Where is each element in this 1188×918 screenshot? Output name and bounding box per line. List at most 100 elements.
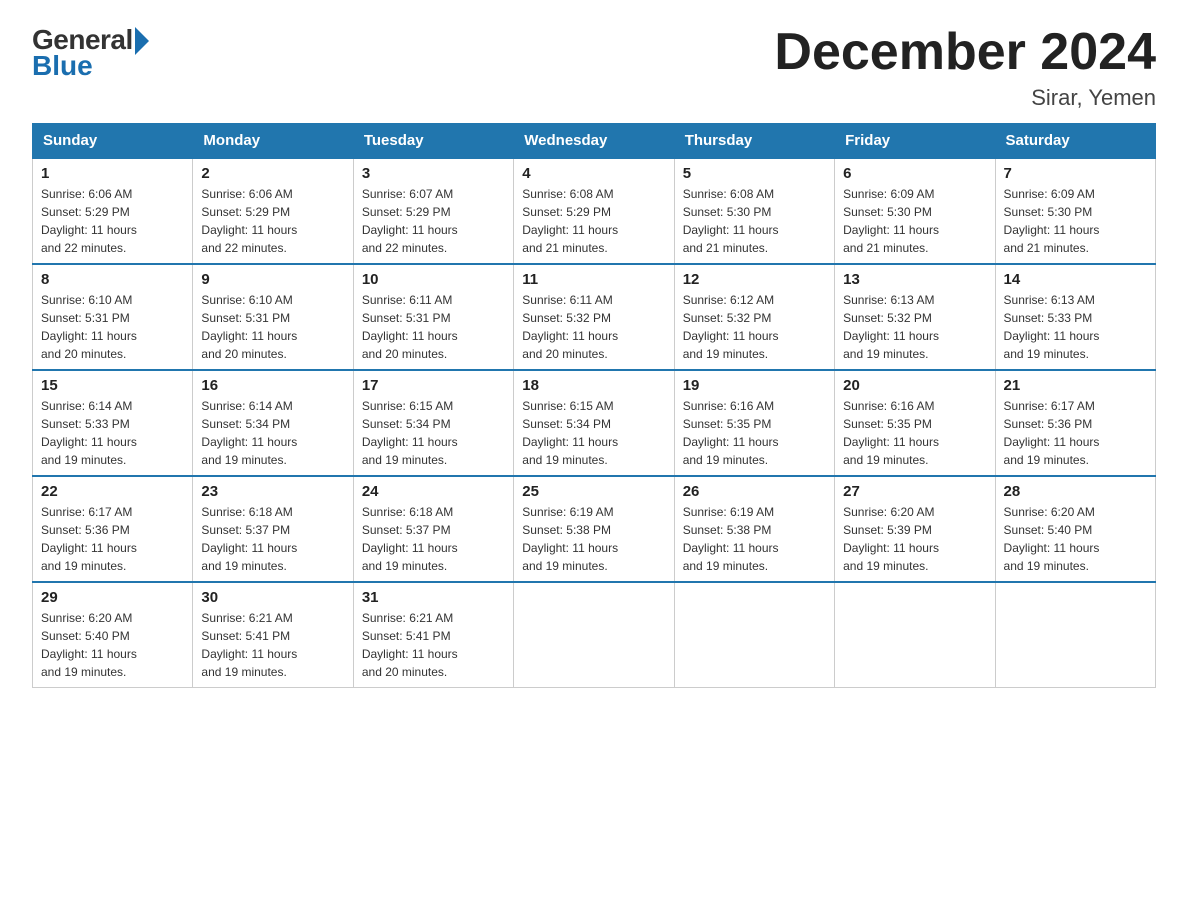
day-info: Sunrise: 6:19 AMSunset: 5:38 PMDaylight:… [683, 503, 826, 575]
day-info: Sunrise: 6:21 AMSunset: 5:41 PMDaylight:… [362, 609, 505, 681]
calendar-cell: 24 Sunrise: 6:18 AMSunset: 5:37 PMDayligh… [353, 476, 513, 582]
day-info: Sunrise: 6:18 AMSunset: 5:37 PMDaylight:… [362, 503, 505, 575]
calendar-cell: 17 Sunrise: 6:15 AMSunset: 5:34 PMDayligh… [353, 370, 513, 476]
calendar-cell: 19 Sunrise: 6:16 AMSunset: 5:35 PMDayligh… [674, 370, 834, 476]
day-number: 15 [41, 377, 184, 394]
calendar-cell: 23Sunrise: 6:18 AMSunset: 5:37 PMDayligh… [193, 476, 353, 582]
day-info: Sunrise: 6:11 AMSunset: 5:32 PMDaylight:… [522, 291, 665, 363]
day-number: 9 [201, 271, 344, 288]
calendar-cell: 22 Sunrise: 6:17 AMSunset: 5:36 PMDayligh… [33, 476, 193, 582]
logo-arrow-icon [135, 27, 149, 55]
weekday-header-saturday: Saturday [995, 124, 1155, 159]
day-number: 19 [683, 377, 826, 394]
calendar-cell: 9Sunrise: 6:10 AMSunset: 5:31 PMDaylight… [193, 264, 353, 370]
day-info: Sunrise: 6:11 AMSunset: 5:31 PMDaylight:… [362, 291, 505, 363]
day-number: 18 [522, 377, 665, 394]
day-number: 29 [41, 589, 184, 606]
calendar-cell: 14 Sunrise: 6:13 AMSunset: 5:33 PMDayligh… [995, 264, 1155, 370]
day-info: Sunrise: 6:09 AMSunset: 5:30 PMDaylight:… [1004, 185, 1147, 257]
day-number: 1 [41, 165, 184, 182]
weekday-header-wednesday: Wednesday [514, 124, 674, 159]
day-number: 20 [843, 377, 986, 394]
calendar-cell: 6Sunrise: 6:09 AMSunset: 5:30 PMDaylight… [835, 158, 995, 264]
logo-blue-text: Blue [32, 50, 93, 82]
day-number: 24 [362, 483, 505, 500]
calendar-cell: 3 Sunrise: 6:07 AMSunset: 5:29 PMDaylight… [353, 158, 513, 264]
day-number: 11 [522, 271, 665, 288]
calendar-cell: 16 Sunrise: 6:14 AMSunset: 5:34 PMDayligh… [193, 370, 353, 476]
day-info: Sunrise: 6:09 AMSunset: 5:30 PMDaylight:… [843, 185, 986, 257]
weekday-header-friday: Friday [835, 124, 995, 159]
day-info: Sunrise: 6:20 AMSunset: 5:40 PMDaylight:… [41, 609, 184, 681]
day-number: 30 [201, 589, 344, 606]
calendar-cell: 21 Sunrise: 6:17 AMSunset: 5:36 PMDayligh… [995, 370, 1155, 476]
calendar-cell [995, 582, 1155, 688]
calendar-cell: 1 Sunrise: 6:06 AMSunset: 5:29 PMDaylight… [33, 158, 193, 264]
day-number: 28 [1004, 483, 1147, 500]
day-info: Sunrise: 6:17 AMSunset: 5:36 PMDaylight:… [1004, 397, 1147, 469]
day-info: Sunrise: 6:15 AMSunset: 5:34 PMDaylight:… [362, 397, 505, 469]
day-number: 14 [1004, 271, 1147, 288]
calendar-cell: 11 Sunrise: 6:11 AMSunset: 5:32 PMDayligh… [514, 264, 674, 370]
day-info: Sunrise: 6:13 AMSunset: 5:33 PMDaylight:… [1004, 291, 1147, 363]
day-number: 22 [41, 483, 184, 500]
day-number: 10 [362, 271, 505, 288]
day-info: Sunrise: 6:19 AMSunset: 5:38 PMDaylight:… [522, 503, 665, 575]
day-info: Sunrise: 6:07 AMSunset: 5:29 PMDaylight:… [362, 185, 505, 257]
calendar-cell: 2 Sunrise: 6:06 AMSunset: 5:29 PMDaylight… [193, 158, 353, 264]
day-info: Sunrise: 6:08 AMSunset: 5:29 PMDaylight:… [522, 185, 665, 257]
calendar-cell: 28Sunrise: 6:20 AMSunset: 5:40 PMDayligh… [995, 476, 1155, 582]
day-number: 26 [683, 483, 826, 500]
day-info: Sunrise: 6:18 AMSunset: 5:37 PMDaylight:… [201, 503, 344, 575]
calendar-subtitle: Sirar, Yemen [774, 85, 1156, 111]
calendar-cell: 25Sunrise: 6:19 AMSunset: 5:38 PMDayligh… [514, 476, 674, 582]
calendar-cell: 12 Sunrise: 6:12 AMSunset: 5:32 PMDayligh… [674, 264, 834, 370]
calendar-cell [835, 582, 995, 688]
day-number: 8 [41, 271, 184, 288]
weekday-header-monday: Monday [193, 124, 353, 159]
day-info: Sunrise: 6:14 AMSunset: 5:34 PMDaylight:… [201, 397, 344, 469]
day-info: Sunrise: 6:16 AMSunset: 5:35 PMDaylight:… [683, 397, 826, 469]
day-info: Sunrise: 6:06 AMSunset: 5:29 PMDaylight:… [41, 185, 184, 257]
day-info: Sunrise: 6:17 AMSunset: 5:36 PMDaylight:… [41, 503, 184, 575]
day-info: Sunrise: 6:14 AMSunset: 5:33 PMDaylight:… [41, 397, 184, 469]
calendar-cell: 18 Sunrise: 6:15 AMSunset: 5:34 PMDayligh… [514, 370, 674, 476]
day-number: 16 [201, 377, 344, 394]
calendar-cell: 30 Sunrise: 6:21 AMSunset: 5:41 PMDayligh… [193, 582, 353, 688]
calendar-table: SundayMondayTuesdayWednesdayThursdayFrid… [32, 123, 1156, 688]
calendar-cell: 26 Sunrise: 6:19 AMSunset: 5:38 PMDayligh… [674, 476, 834, 582]
weekday-header-thursday: Thursday [674, 124, 834, 159]
calendar-cell [514, 582, 674, 688]
day-number: 2 [201, 165, 344, 182]
day-info: Sunrise: 6:06 AMSunset: 5:29 PMDaylight:… [201, 185, 344, 257]
calendar-cell: 29 Sunrise: 6:20 AMSunset: 5:40 PMDayligh… [33, 582, 193, 688]
calendar-cell: 4 Sunrise: 6:08 AMSunset: 5:29 PMDaylight… [514, 158, 674, 264]
day-info: Sunrise: 6:15 AMSunset: 5:34 PMDaylight:… [522, 397, 665, 469]
day-number: 13 [843, 271, 986, 288]
day-number: 12 [683, 271, 826, 288]
calendar-cell: 15 Sunrise: 6:14 AMSunset: 5:33 PMDayligh… [33, 370, 193, 476]
title-section: December 2024 Sirar, Yemen [774, 24, 1156, 111]
day-info: Sunrise: 6:16 AMSunset: 5:35 PMDaylight:… [843, 397, 986, 469]
calendar-title: December 2024 [774, 24, 1156, 81]
day-info: Sunrise: 6:20 AMSunset: 5:39 PMDaylight:… [843, 503, 986, 575]
calendar-cell: 13Sunrise: 6:13 AMSunset: 5:32 PMDayligh… [835, 264, 995, 370]
day-info: Sunrise: 6:08 AMSunset: 5:30 PMDaylight:… [683, 185, 826, 257]
page-header: General Blue December 2024 Sirar, Yemen [32, 24, 1156, 111]
day-number: 17 [362, 377, 505, 394]
weekday-header-sunday: Sunday [33, 124, 193, 159]
logo: General Blue [32, 24, 149, 82]
calendar-cell: 5 Sunrise: 6:08 AMSunset: 5:30 PMDaylight… [674, 158, 834, 264]
day-info: Sunrise: 6:12 AMSunset: 5:32 PMDaylight:… [683, 291, 826, 363]
day-number: 4 [522, 165, 665, 182]
weekday-header-tuesday: Tuesday [353, 124, 513, 159]
day-number: 3 [362, 165, 505, 182]
day-number: 27 [843, 483, 986, 500]
day-number: 21 [1004, 377, 1147, 394]
calendar-cell: 20 Sunrise: 6:16 AMSunset: 5:35 PMDayligh… [835, 370, 995, 476]
calendar-cell: 27 Sunrise: 6:20 AMSunset: 5:39 PMDayligh… [835, 476, 995, 582]
day-info: Sunrise: 6:21 AMSunset: 5:41 PMDaylight:… [201, 609, 344, 681]
day-number: 5 [683, 165, 826, 182]
calendar-cell: 7Sunrise: 6:09 AMSunset: 5:30 PMDaylight… [995, 158, 1155, 264]
calendar-cell: 10 Sunrise: 6:11 AMSunset: 5:31 PMDayligh… [353, 264, 513, 370]
